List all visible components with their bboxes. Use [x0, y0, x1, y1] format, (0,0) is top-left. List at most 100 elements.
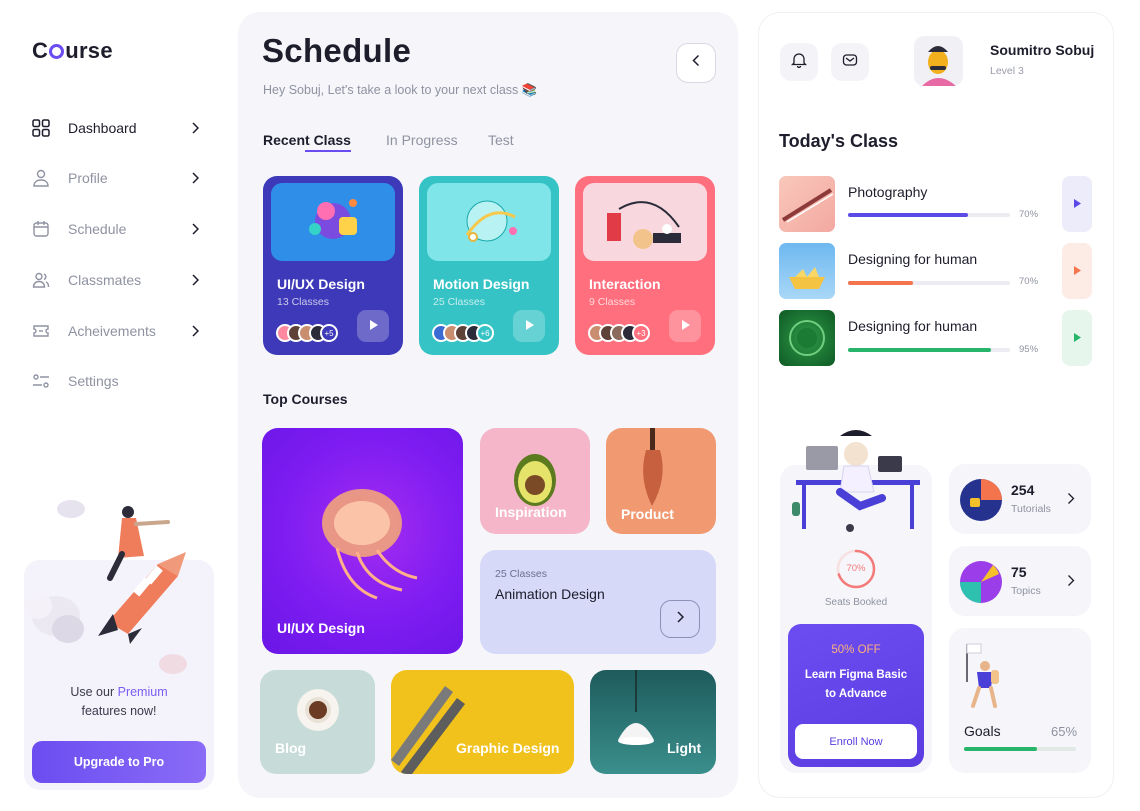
goals-card[interactable]: Goals 65% — [949, 628, 1091, 773]
play-button[interactable] — [513, 310, 545, 342]
course-card-light[interactable]: Light — [590, 670, 716, 774]
play-button[interactable] — [357, 310, 389, 342]
open-course-button[interactable] — [660, 600, 700, 638]
chevron-left-icon — [692, 54, 700, 72]
sidebar-item-profile[interactable]: Profile — [32, 163, 202, 193]
sidebar-item-acheivements[interactable]: Acheivements — [32, 316, 202, 346]
seats-label: Seats Booked — [824, 597, 888, 608]
play-button[interactable] — [669, 310, 701, 342]
sidebar-item-label: Acheivements — [68, 323, 156, 339]
class-card-interaction[interactable]: Interaction 9 Classes +3 — [575, 176, 715, 355]
class-card-uiux[interactable]: UI/UX Design 13 Classes +5 — [263, 176, 403, 355]
course-card-product[interactable]: Product — [606, 428, 716, 534]
app-root: Curse Dashboard Profile Schedule Classma… — [0, 0, 1140, 811]
tab-in-progress[interactable]: In Progress — [386, 132, 458, 148]
class-count: 13 Classes — [277, 296, 329, 308]
sidebar-item-label: Schedule — [68, 221, 127, 237]
course-card-uiux[interactable]: UI/UX Design — [262, 428, 463, 654]
course-card-blog[interactable]: Blog — [260, 670, 375, 774]
topics-label: Topics — [1011, 585, 1041, 597]
extra-count-badge: +3 — [632, 324, 650, 342]
tab-recent-class[interactable]: Recent Class — [263, 132, 351, 148]
avatar-stack: +6 — [432, 324, 494, 342]
course-label: Light — [667, 740, 702, 756]
lamp-image — [618, 670, 654, 745]
ticket-icon — [32, 322, 50, 340]
pencils-image — [391, 686, 465, 774]
top-courses-title: Top Courses — [263, 391, 348, 407]
tab-test[interactable]: Test — [488, 132, 514, 148]
class-card-art — [427, 183, 551, 261]
enroll-now-button[interactable]: Enroll Now — [795, 724, 917, 759]
page-subtitle: Hey Sobuj, Let's take a look to your nex… — [263, 83, 538, 97]
class-row-title: Designing for human — [848, 318, 978, 334]
sidebar-item-dashboard[interactable]: Dashboard — [32, 113, 202, 143]
extra-count-badge: +5 — [320, 324, 338, 342]
play-button[interactable] — [1062, 310, 1092, 366]
back-button[interactable] — [676, 43, 716, 83]
sliders-icon — [32, 372, 50, 390]
sidebar-item-schedule[interactable]: Schedule — [32, 214, 202, 244]
brand-logo[interactable]: Curse — [32, 38, 113, 64]
goal-flag-illustration — [966, 643, 999, 708]
progress-percent: 70% — [1019, 276, 1039, 287]
class-count: 9 Classes — [589, 296, 636, 308]
topics-card[interactable]: 75 Topics — [949, 546, 1091, 616]
class-card-art — [271, 183, 395, 261]
progress-fill — [848, 213, 968, 217]
desk-illustration — [792, 430, 920, 532]
class-thumbnail — [779, 310, 835, 366]
course-label: UI/UX Design — [277, 620, 365, 636]
chevron-right-icon — [188, 222, 202, 236]
course-card-graphic[interactable]: Graphic Design — [391, 670, 574, 774]
users-icon — [32, 271, 50, 289]
sidebar-item-label: Dashboard — [68, 120, 137, 136]
play-button[interactable] — [1062, 176, 1092, 232]
rocket-illustration — [24, 500, 187, 674]
class-title: Motion Design — [433, 276, 530, 292]
class-row-title: Photography — [848, 184, 928, 200]
avatar-stack: +5 — [276, 324, 338, 342]
goals-label: Goals — [964, 723, 1001, 739]
messages-button[interactable] — [831, 43, 869, 81]
sidebar-item-label: Classmates — [68, 272, 142, 288]
course-label: Animation Design — [495, 586, 605, 602]
chevron-right-icon — [1067, 574, 1075, 592]
course-card-inspiration[interactable]: Inspiration — [480, 428, 590, 534]
notifications-button[interactable] — [780, 43, 818, 81]
progress-track — [848, 281, 1010, 285]
seats-percent: 70% — [846, 563, 866, 574]
promo-text: Use our Premium features now! — [70, 685, 168, 718]
play-button[interactable] — [1062, 243, 1092, 299]
user-level: Level 3 — [990, 65, 1024, 77]
sidebar-item-label: Profile — [68, 170, 108, 186]
goals-progress-track — [964, 747, 1076, 751]
sidebar-item-settings[interactable]: Settings — [32, 366, 202, 396]
progress-fill — [848, 348, 991, 352]
class-card-motion[interactable]: Motion Design 25 Classes +6 — [419, 176, 559, 355]
play-icon — [1073, 262, 1081, 280]
user-name: Soumitro Sobuj — [990, 42, 1095, 58]
progress-fill — [848, 281, 913, 285]
avatar[interactable] — [914, 36, 963, 86]
avocado-image — [514, 454, 556, 506]
topics-pie — [960, 561, 1002, 603]
tutorials-card[interactable]: 254 Tutorials — [949, 464, 1091, 534]
avatar-stack: +3 — [588, 324, 650, 342]
offer-discount: 50% OFF — [831, 644, 881, 656]
sidebar-item-label: Settings — [68, 373, 119, 389]
class-row-title: Designing for human — [848, 251, 978, 267]
logo-ring-icon — [49, 44, 65, 59]
course-label: Blog — [275, 740, 307, 756]
tutorials-count: 254 — [1011, 482, 1035, 498]
chevron-right-icon — [1067, 492, 1075, 510]
play-icon — [369, 317, 378, 335]
play-icon — [681, 317, 690, 335]
course-card-animation[interactable]: 25 Classes Animation Design — [480, 550, 716, 654]
play-icon — [1073, 195, 1081, 213]
sidebar-item-classmates[interactable]: Classmates — [32, 265, 202, 295]
progress-percent: 70% — [1019, 209, 1039, 220]
tutorials-label: Tutorials — [1011, 503, 1051, 515]
upgrade-button[interactable]: Upgrade to Pro — [32, 741, 206, 783]
play-icon — [525, 317, 534, 335]
